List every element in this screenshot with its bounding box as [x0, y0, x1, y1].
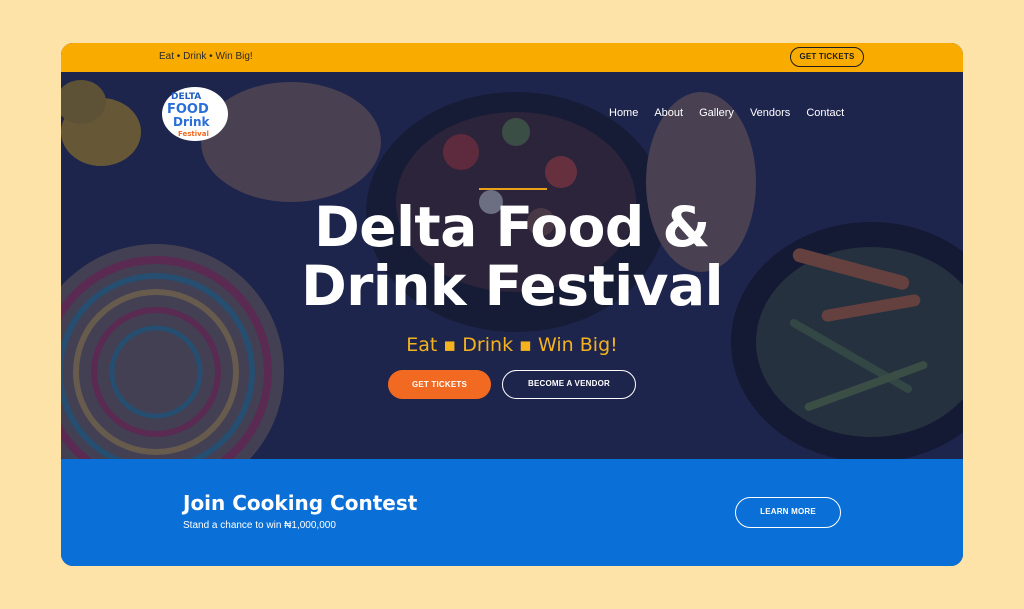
- hero-title: Delta Food & Drink Festival: [61, 198, 963, 316]
- main-nav: Home About Gallery Vendors Contact: [609, 107, 860, 119]
- learn-more-button[interactable]: LEARN MORE: [735, 497, 841, 528]
- hero-title-line-2: Drink Festival: [301, 254, 723, 318]
- get-tickets-button[interactable]: GET TICKETS: [388, 370, 491, 399]
- nav-gallery[interactable]: Gallery: [699, 107, 734, 119]
- announcement-text: Eat • Drink • Win Big!: [159, 51, 253, 62]
- nav-home[interactable]: Home: [609, 107, 638, 119]
- svg-text:Festival: Festival: [178, 130, 209, 138]
- festival-logo[interactable]: DELTA FOOD Drink Festival: [161, 84, 229, 142]
- hero-title-line-1: Delta Food &: [314, 195, 710, 259]
- title-divider: [479, 188, 547, 190]
- hero-tagline: Eat ▪ Drink ▪ Win Big!: [406, 334, 618, 356]
- svg-text:DELTA: DELTA: [171, 92, 201, 102]
- nav-contact[interactable]: Contact: [806, 107, 844, 119]
- nav-vendors[interactable]: Vendors: [750, 107, 790, 119]
- site-frame: Eat • Drink • Win Big! GET TICKETS DELTA…: [61, 43, 963, 566]
- topbar-get-tickets-button[interactable]: GET TICKETS: [790, 47, 864, 67]
- contest-subtitle: Stand a chance to win ₦1,000,000: [183, 520, 336, 531]
- contest-title: Join Cooking Contest: [183, 491, 418, 515]
- announcement-bar: Eat • Drink • Win Big! GET TICKETS: [61, 43, 963, 72]
- become-vendor-button[interactable]: BECOME A VENDOR: [502, 370, 636, 399]
- nav-about[interactable]: About: [654, 107, 683, 119]
- svg-text:Drink: Drink: [173, 115, 211, 129]
- cooking-contest-banner: Join Cooking Contest Stand a chance to w…: [61, 459, 963, 566]
- hero-section: DELTA FOOD Drink Festival Home About Gal…: [61, 72, 963, 459]
